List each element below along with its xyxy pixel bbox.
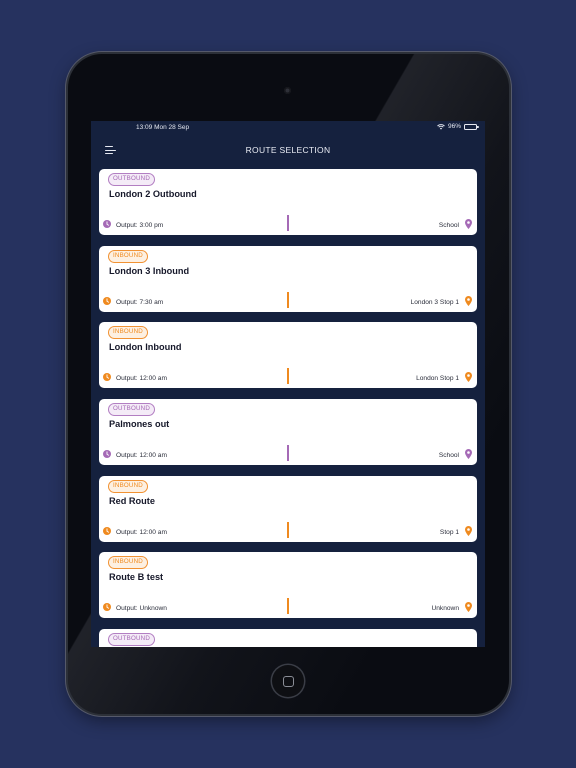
home-square-icon xyxy=(282,675,294,687)
card-divider xyxy=(287,215,289,231)
route-card[interactable]: OUTBOUND xyxy=(99,629,477,647)
location-pin-icon xyxy=(465,449,472,460)
output-time: Output: 12:00 am xyxy=(116,375,167,383)
clock-icon xyxy=(103,450,111,459)
route-card[interactable]: INBOUND Route B test Output: Unknown Unknow… xyxy=(99,552,477,619)
clock-icon xyxy=(103,220,111,228)
location-pin-icon xyxy=(465,602,472,613)
output-time: Output: 12:00 am xyxy=(116,528,167,536)
card-divider xyxy=(287,521,289,538)
destination-label: School xyxy=(438,452,459,460)
route-card[interactable]: OUTBOUND London 2 Outbound Output: 3:00 pm… xyxy=(99,169,477,235)
route-card[interactable]: INBOUND London Inbound Output: 12:00 am Lon… xyxy=(99,322,477,389)
app-screen: 13:09 Mon 28 Sep 96% ROUTE SELECTION OUT… xyxy=(91,121,485,647)
direction-badge: INBOUND xyxy=(108,249,148,263)
battery-percent: 96% xyxy=(447,123,461,130)
direction-badge: OUTBOUND xyxy=(108,403,156,417)
route-card[interactable]: INBOUND Red Route Output: 12:00 am Stop 1 xyxy=(99,475,477,542)
location-pin-icon xyxy=(465,219,472,229)
location-pin-icon xyxy=(465,372,472,383)
route-name: Red Route xyxy=(109,495,155,506)
output-time: Output: 3:00 pm xyxy=(116,222,164,229)
destination-label: School xyxy=(438,222,459,229)
direction-badge: OUTBOUND xyxy=(108,173,156,186)
page-title: ROUTE SELECTION xyxy=(245,145,331,155)
route-name: Palmones out xyxy=(109,419,170,430)
camera-icon xyxy=(284,87,291,94)
location-pin-icon xyxy=(465,295,472,306)
destination-label: Stop 1 xyxy=(439,528,459,536)
battery-icon xyxy=(464,123,479,130)
destination-label: London 3 Stop 1 xyxy=(410,298,459,306)
output-time: Output: 12:00 am xyxy=(116,452,167,460)
location-pin-icon xyxy=(465,525,472,536)
direction-badge: OUTBOUND xyxy=(108,633,156,647)
direction-badge: INBOUND xyxy=(108,326,148,340)
destination-label: Unknown xyxy=(431,605,460,613)
direction-badge: INBOUND xyxy=(108,479,148,493)
route-name: Route B test xyxy=(109,572,164,583)
route-name: London 3 Inbound xyxy=(109,265,190,276)
card-divider xyxy=(287,445,289,462)
route-card[interactable]: INBOUND London 3 Inbound Output: 7:30 am Lo… xyxy=(99,245,477,312)
status-time: 13:09 Mon 28 Sep xyxy=(136,124,190,131)
home-button[interactable] xyxy=(272,665,304,697)
route-name: London Inbound xyxy=(109,342,182,353)
card-divider xyxy=(287,291,289,308)
route-card[interactable]: OUTBOUND Palmones out Output: 12:00 am Scho… xyxy=(99,399,477,466)
output-time: Output: Unknown xyxy=(116,605,167,613)
output-time: Output: 7:30 am xyxy=(116,298,164,306)
direction-badge: INBOUND xyxy=(108,556,148,570)
status-right: 96% xyxy=(437,123,479,130)
destination-label: London Stop 1 xyxy=(416,375,459,383)
clock-icon xyxy=(103,526,111,535)
status-bar: 13:09 Mon 28 Sep 96% xyxy=(91,121,485,135)
route-list[interactable]: OUTBOUND London 2 Outbound Output: 3:00 pm… xyxy=(99,169,477,647)
clock-icon xyxy=(103,373,111,382)
clock-icon xyxy=(103,603,111,612)
card-divider xyxy=(287,368,289,385)
nav-bar: ROUTE SELECTION xyxy=(91,135,485,165)
card-divider xyxy=(287,598,289,615)
route-name: London 2 Outbound xyxy=(109,189,197,199)
wifi-icon xyxy=(437,123,445,130)
clock-icon xyxy=(103,296,111,305)
